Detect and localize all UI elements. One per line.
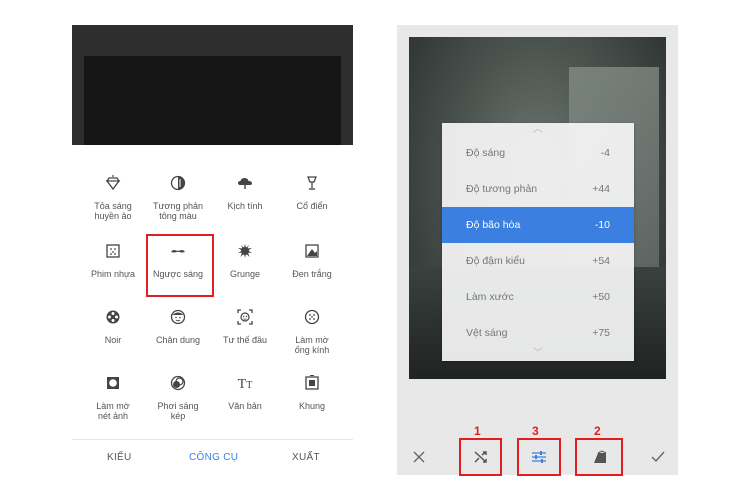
adjust-screen: ︿ Độ sáng -4 Độ tương phản +44 Độ bão hò… — [397, 25, 678, 475]
film-reel-icon — [78, 309, 148, 329]
image-preview — [72, 25, 353, 145]
tool-label: Văn bản — [228, 401, 262, 411]
adjustment-value: +54 — [592, 255, 610, 267]
lens-blur-icon — [277, 309, 347, 329]
tool-label: Grunge — [229, 269, 261, 279]
black-white-icon — [277, 243, 347, 263]
tool-label: Phim nhựa — [90, 269, 136, 279]
tool-lens-blur[interactable]: Làm mờ ống kính — [277, 309, 347, 355]
adjustment-row-contrast[interactable]: Độ tương phản +44 — [442, 171, 634, 207]
tool-label: Làm mờ ống kính — [294, 335, 330, 355]
film-grain-icon — [78, 243, 148, 263]
adjustment-name: Độ tương phản — [466, 183, 538, 195]
tool-label: Cổ điển — [296, 201, 328, 211]
tool-noir[interactable]: Noir — [78, 309, 148, 345]
tool-label: Làm mờ nét ảnh — [96, 401, 130, 421]
adjustment-row-scratches[interactable]: Làm xước +50 — [442, 279, 634, 315]
tool-drama[interactable]: Kịch tính — [210, 175, 280, 211]
tool-frame[interactable]: Khung — [277, 375, 347, 411]
face-portrait-icon — [143, 309, 213, 329]
lamp-vintage-icon — [277, 175, 347, 195]
tool-label: Tư thế đầu — [222, 335, 268, 345]
tool-label: Chân dung — [155, 335, 201, 345]
adjustment-value: -10 — [594, 219, 610, 231]
annotation-number-adjust: 3 — [532, 424, 539, 438]
tool-head-pose[interactable]: Tư thế đầu — [210, 309, 280, 345]
annotation-number-shuffle: 1 — [474, 424, 481, 438]
tool-glamour-glow[interactable]: Tỏa sáng huyền ảo — [78, 175, 148, 221]
tool-grunge[interactable]: Grunge — [210, 243, 280, 279]
tools-screen: Tỏa sáng huyền ảo Tương phản tông màu Kị… — [72, 25, 353, 475]
bottom-tab-bar: KIỂU CÔNG CỤ XUẤT — [72, 439, 353, 475]
tool-label: Khung — [298, 401, 326, 411]
check-icon[interactable] — [645, 438, 671, 475]
adjustment-value: +75 — [592, 327, 610, 339]
adjustment-name: Độ bão hòa — [466, 219, 521, 231]
adjustment-value: -4 — [600, 147, 610, 159]
image-preview-content — [84, 56, 341, 145]
tool-label: Đen trắng — [292, 269, 332, 279]
tool-vignette[interactable]: Làm mờ nét ảnh — [78, 375, 148, 421]
annotation-box-style — [575, 438, 623, 476]
tab-styles[interactable]: KIỂU — [107, 452, 132, 463]
close-icon[interactable] — [405, 438, 433, 475]
grunge-splat-icon — [210, 243, 280, 263]
adjustment-value: +50 — [592, 291, 610, 303]
screenshot-composite: Tỏa sáng huyền ảo Tương phản tông màu Kị… — [0, 0, 750, 500]
tab-tools[interactable]: CÔNG CỤ — [189, 452, 238, 463]
menu-down-caret-icon: ﹀ — [533, 348, 543, 359]
face-pose-icon — [210, 309, 280, 329]
annotation-box-adjust — [517, 438, 561, 476]
text-icon: TT — [237, 377, 253, 392]
cut-off-tool-row — [72, 145, 353, 151]
adjustment-name: Làm xước — [466, 291, 514, 303]
annotation-number-style: 2 — [594, 424, 601, 438]
tool-label: Noir — [104, 335, 122, 345]
adjustment-row-style-strength[interactable]: Độ đậm kiểu +54 — [442, 243, 634, 279]
tool-label: Tương phản tông màu — [153, 201, 203, 221]
vignette-icon — [78, 375, 148, 395]
tool-text[interactable]: TT Văn bản — [210, 375, 280, 411]
tool-label: Phơi sáng kép — [157, 401, 199, 421]
tool-label: Kịch tính — [227, 201, 263, 211]
adjustment-name: Vệt sáng — [466, 327, 508, 339]
tool-grainy-film[interactable]: Phim nhựa — [78, 243, 148, 279]
cloud-drama-icon — [210, 175, 280, 195]
menu-up-caret-icon: ︿ — [533, 124, 543, 135]
tool-label: Tỏa sáng huyền ảo — [94, 201, 132, 221]
tool-portrait[interactable]: Chân dung — [143, 309, 213, 345]
adjustment-row-brightness[interactable]: Độ sáng -4 — [442, 135, 634, 171]
frame-icon — [277, 375, 347, 395]
adjustment-row-saturation[interactable]: Độ bão hòa -10 — [442, 207, 634, 243]
tonal-contrast-icon — [143, 175, 213, 195]
double-exposure-icon — [143, 375, 213, 395]
adjustment-menu: ︿ Độ sáng -4 Độ tương phản +44 Độ bão hò… — [442, 123, 634, 361]
tool-double-exposure[interactable]: Phơi sáng kép — [143, 375, 213, 421]
annotation-box-shuffle — [459, 438, 502, 476]
adjustment-name: Độ đậm kiểu — [466, 255, 525, 267]
tool-black-white[interactable]: Đen trắng — [277, 243, 347, 279]
adjustment-value: +44 — [592, 183, 610, 195]
selected-tool-highlight — [146, 234, 214, 297]
tool-vintage[interactable]: Cổ điển — [277, 175, 347, 211]
tab-export[interactable]: XUẤT — [292, 452, 320, 463]
diamond-glow-icon — [78, 175, 148, 195]
adjustment-row-light-leak[interactable]: Vệt sáng +75 — [442, 315, 634, 351]
adjustment-name: Độ sáng — [466, 147, 506, 159]
tool-tonal-contrast[interactable]: Tương phản tông màu — [143, 175, 213, 221]
